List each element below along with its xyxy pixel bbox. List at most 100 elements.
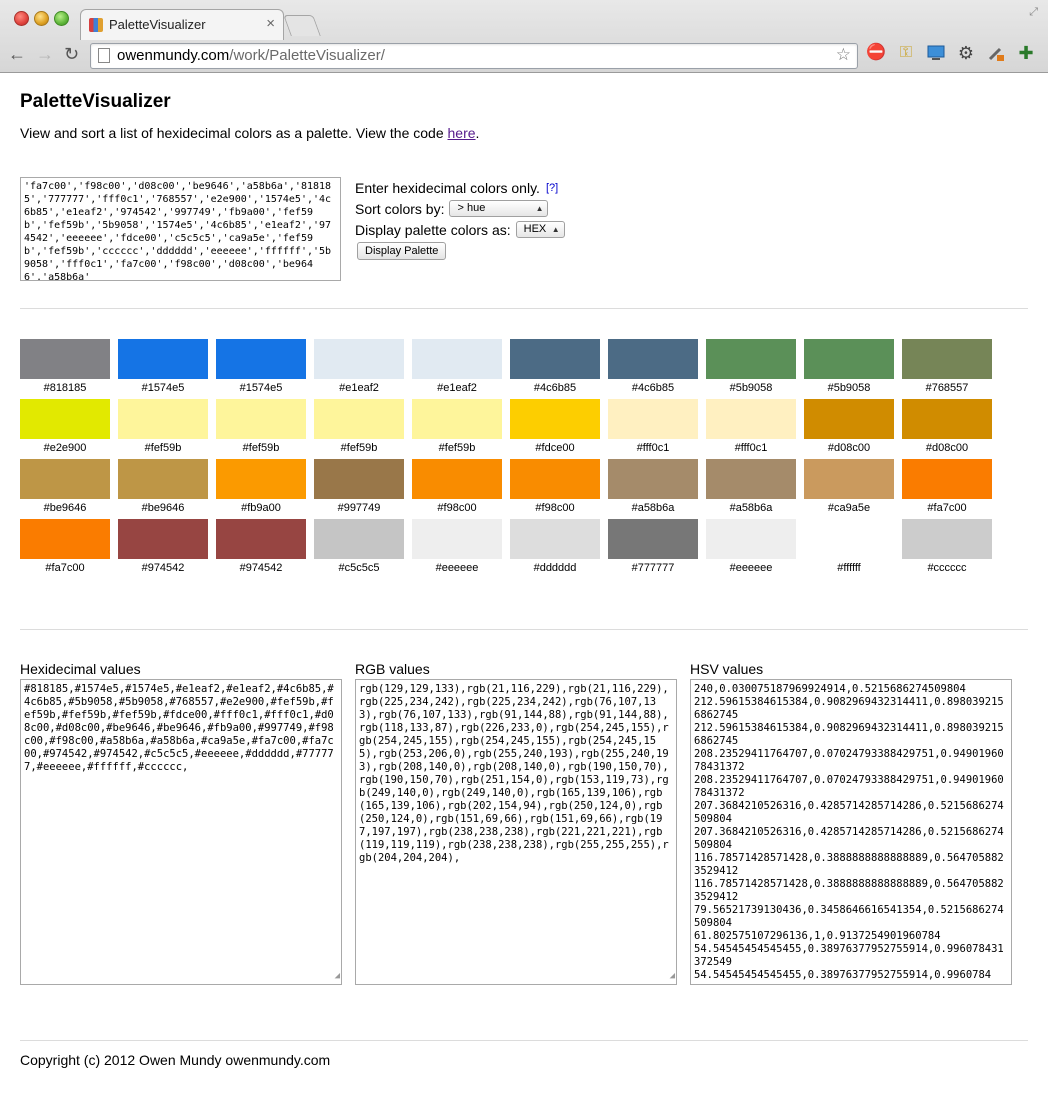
resize-grip-icon[interactable]: ◢	[670, 970, 675, 983]
swatch-chip	[608, 339, 698, 379]
color-swatch: #ca9a5e	[804, 459, 894, 519]
swatch-chip	[902, 519, 992, 559]
swatch-label: #e1eaf2	[339, 382, 379, 394]
sort-select-value: > hue	[457, 202, 486, 214]
swatch-chip	[118, 339, 208, 379]
page-icon	[98, 48, 110, 63]
swatch-label: #997749	[337, 502, 381, 514]
display-select[interactable]: HEX ▲	[515, 221, 565, 238]
hex-colors-input[interactable]: 'fa7c00','f98c00','d08c00','be9646','a58…	[20, 177, 341, 281]
gear-icon[interactable]: ⚙	[956, 43, 976, 63]
address-bar[interactable]: owenmundy.com/work/PaletteVisualizer/ ☆	[90, 43, 858, 69]
swatch-chip	[314, 339, 404, 379]
swatch-label: #fdce00	[535, 442, 575, 454]
color-swatch: #974542	[118, 519, 208, 579]
swatch-label: #ffffff	[837, 562, 861, 574]
resize-grip-icon[interactable]: ◢	[335, 970, 340, 983]
swatch-label: #fb9a00	[241, 502, 281, 514]
sort-label: Sort colors by:	[355, 200, 445, 217]
color-swatch: #fef59b	[314, 399, 404, 459]
swatch-chip	[20, 459, 110, 499]
swatch-chip	[216, 519, 306, 559]
swatch-chip	[118, 519, 208, 559]
browser-tab[interactable]: PaletteVisualizer ×	[80, 9, 284, 40]
color-swatch: #997749	[314, 459, 404, 519]
color-swatch: #cccccc	[902, 519, 992, 579]
swatch-chip	[412, 459, 502, 499]
favicon-icon	[89, 18, 103, 32]
swatch-label: #974542	[239, 562, 283, 574]
swatch-chip	[510, 519, 600, 559]
swatch-label: #a58b6a	[631, 502, 675, 514]
select-arrows-icon: ▲	[551, 225, 560, 234]
hex-only-label: Enter hexidecimal colors only.	[355, 179, 540, 196]
hsv-values-textarea[interactable]: 240,0.030075187969924914,0.5215686274509…	[690, 679, 1012, 985]
tab-close-icon[interactable]: ×	[266, 15, 275, 32]
swatch-label: #5b9058	[827, 382, 871, 394]
page-title: PaletteVisualizer	[20, 91, 171, 112]
color-swatch: #e1eaf2	[314, 339, 404, 399]
sort-row: Sort colors by: > hue ▲	[355, 198, 565, 219]
key-extension-icon[interactable]: ⚿	[896, 43, 916, 63]
swatch-label: #fff0c1	[636, 442, 670, 454]
swatch-label: #1574e5	[141, 382, 185, 394]
select-arrows-icon: ▲	[535, 204, 544, 213]
rgb-values-textarea[interactable]: rgb(129,129,133),rgb(21,116,229),rgb(21,…	[355, 679, 677, 985]
color-swatch: #eeeeee	[412, 519, 502, 579]
display-palette-button[interactable]: Display Palette	[357, 241, 447, 260]
swatch-label: #fff0c1	[734, 442, 768, 454]
swatch-chip	[412, 399, 502, 439]
swatch-label: #f98c00	[535, 502, 575, 514]
hex-values-textarea[interactable]: #818185,#1574e5,#1574e5,#e1eaf2,#e1eaf2,…	[20, 679, 342, 985]
swatch-label: #1574e5	[239, 382, 283, 394]
swatch-chip	[412, 339, 502, 379]
code-link[interactable]: here	[448, 125, 476, 141]
swatch-chip	[20, 519, 110, 559]
forward-icon[interactable]: →	[36, 42, 54, 66]
swatch-chip	[608, 519, 698, 559]
swatch-chip	[510, 459, 600, 499]
sort-select[interactable]: > hue ▲	[449, 200, 549, 217]
color-swatch: #be9646	[118, 459, 208, 519]
color-swatch: #fef59b	[412, 399, 502, 459]
color-swatch: #5b9058	[706, 339, 796, 399]
swatch-chip	[706, 519, 796, 559]
zoom-window-button[interactable]	[54, 11, 69, 26]
screen-extension-icon[interactable]	[926, 43, 946, 63]
swatch-label: #fef59b	[340, 442, 378, 454]
swatch-chip	[706, 459, 796, 499]
swatch-label: #768557	[925, 382, 969, 394]
eyedropper-extension-icon[interactable]	[986, 43, 1006, 63]
color-swatch: #ffffff	[804, 519, 894, 579]
tools-extension-icon[interactable]: ✚	[1016, 43, 1036, 63]
color-swatch: #f98c00	[510, 459, 600, 519]
swatch-label: #4c6b85	[533, 382, 577, 394]
help-link[interactable]: [?]	[546, 182, 558, 194]
swatch-chip	[314, 519, 404, 559]
color-swatch: #1574e5	[118, 339, 208, 399]
color-swatch: #c5c5c5	[314, 519, 404, 579]
swatch-label: #d08c00	[925, 442, 969, 454]
copyright-text: Copyright (c) 2012 Owen Mundy owenmundy.…	[20, 1052, 331, 1068]
swatch-chip	[706, 339, 796, 379]
swatch-label: #d08c00	[827, 442, 871, 454]
color-swatch: #e1eaf2	[412, 339, 502, 399]
new-tab-button[interactable]	[283, 15, 321, 36]
color-swatch: #fef59b	[216, 399, 306, 459]
bookmark-star-icon[interactable]: ☆	[836, 45, 851, 65]
swatch-chip	[314, 399, 404, 439]
close-window-button[interactable]	[14, 11, 29, 26]
swatch-chip	[314, 459, 404, 499]
swatch-chip	[608, 399, 698, 439]
color-swatch: #be9646	[20, 459, 110, 519]
fullscreen-icon[interactable]: ⤢	[1029, 6, 1038, 19]
back-icon[interactable]: ←	[8, 42, 26, 66]
swatch-label: #777777	[631, 562, 675, 574]
reload-icon[interactable]: ↻	[64, 42, 79, 66]
swatch-label: #eeeeee	[435, 562, 479, 574]
stop-extension-icon[interactable]: ⛔	[866, 43, 886, 63]
swatch-label: #e1eaf2	[437, 382, 477, 394]
url-text[interactable]: owenmundy.com/work/PaletteVisualizer/	[117, 47, 385, 64]
swatch-label: #974542	[141, 562, 185, 574]
minimize-window-button[interactable]	[34, 11, 49, 26]
